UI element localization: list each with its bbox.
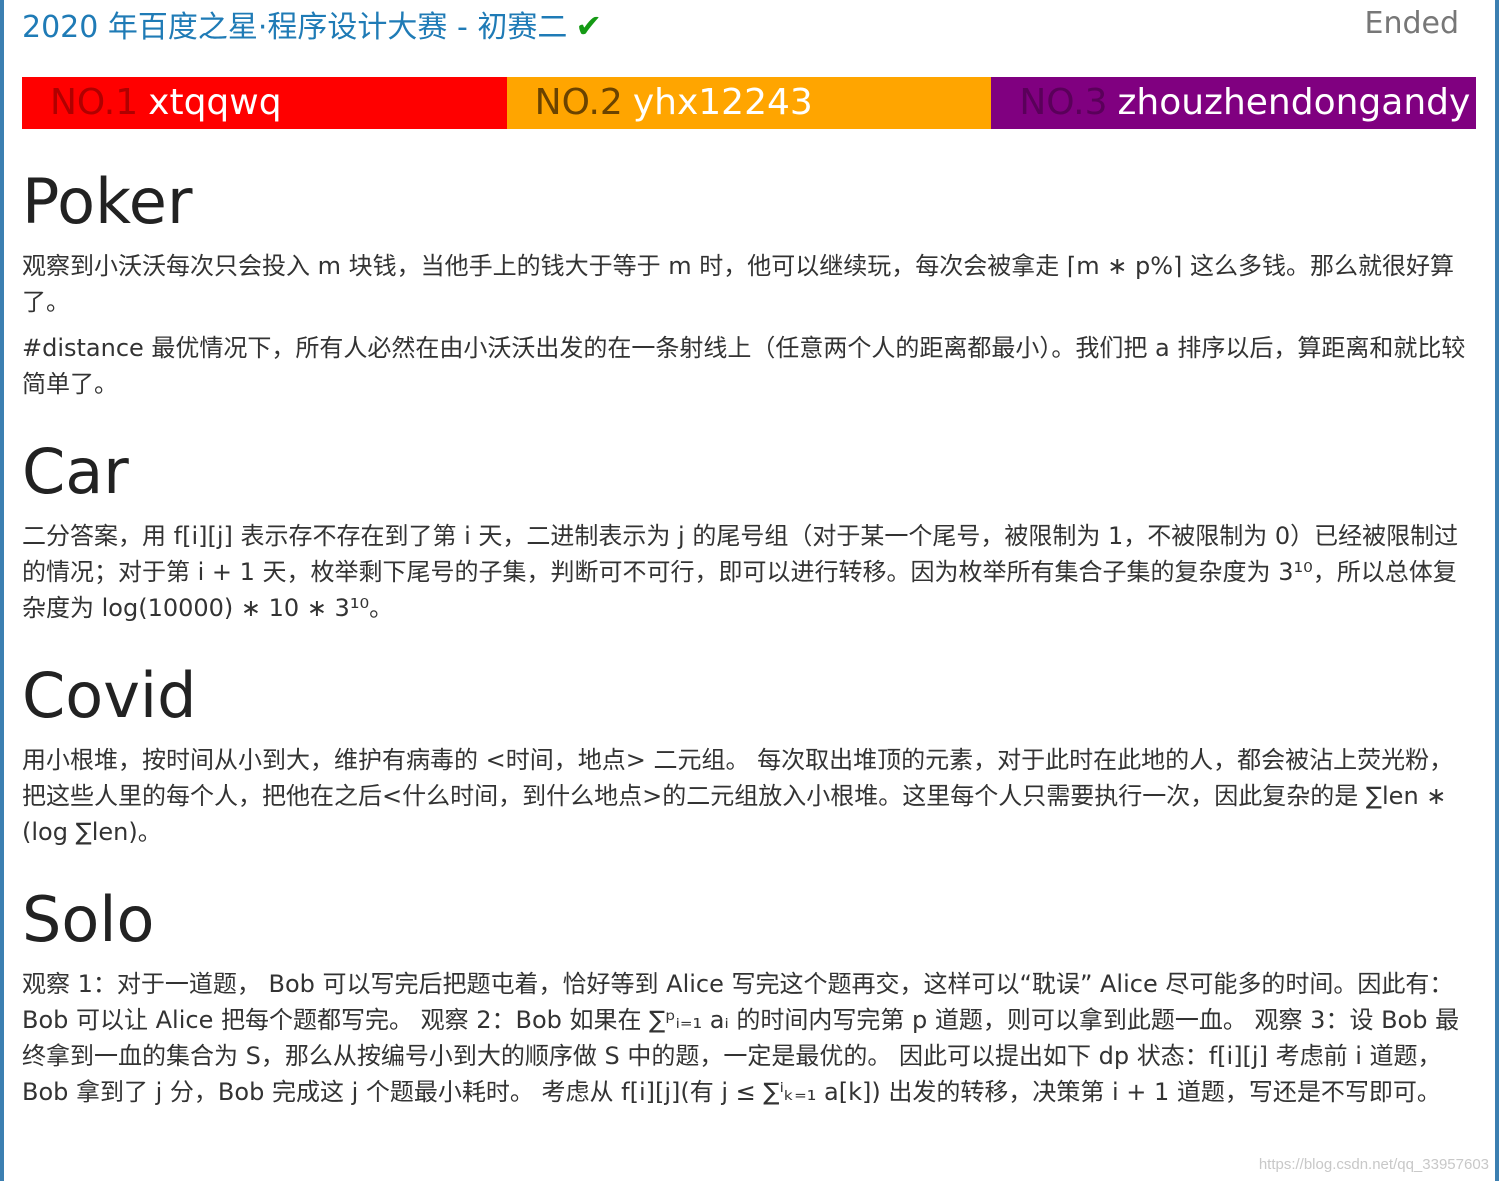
rank-3-number: NO.3 — [1019, 82, 1108, 123]
rank-1-number: NO.1 — [50, 82, 139, 123]
section-title-solo: Solo — [22, 883, 155, 956]
ranking-bar: NO.1 xtqqwq NO.2 yhx12243 NO.3 zhouzhendong… — [22, 77, 1477, 129]
rank-1-user[interactable]: xtqqwq — [148, 82, 281, 123]
section-title-car: Car — [22, 435, 129, 508]
rank-3-user[interactable]: zhouzhendongandy — [1118, 82, 1471, 123]
contest-status: Ended — [1364, 6, 1459, 41]
section-title-covid: Covid — [22, 659, 197, 732]
rank-3: NO.3 zhouzhendongandy — [991, 77, 1477, 129]
watermark: https://blog.csdn.net/qq_33957603 — [1258, 1156, 1489, 1173]
covid-paragraph-1: 用小根堆，按时间从小到大，维护有病毒的 <时间，地点> 二元组。 每次取出堆顶的… — [22, 746, 1454, 846]
solutions-content: Poker 观察到小沃沃每次只会投入 m 块钱，当他手上的钱大于等于 m 时，他… — [22, 160, 1474, 1120]
rank-1: NO.1 xtqqwq — [22, 77, 507, 129]
poker-paragraph-1: 观察到小沃沃每次只会投入 m 块钱，当他手上的钱大于等于 m 时，他可以继续玩，… — [22, 252, 1455, 316]
rank-2-number: NO.2 — [534, 82, 623, 123]
rank-2-user[interactable]: yhx12243 — [633, 82, 813, 123]
header: 2020 年百度之星·程序设计大赛 - 初赛二 ✔ Ended — [22, 4, 1459, 54]
contest-title-text[interactable]: 2020 年百度之星·程序设计大赛 - 初赛二 — [22, 10, 567, 45]
section-title-poker: Poker — [22, 165, 193, 238]
car-paragraph-1: 二分答案，用 f[i][j] 表示存不存在到了第 i 天，二进制表示为 j 的尾… — [22, 522, 1459, 622]
poker-paragraph-2: #distance 最优情况下，所有人必然在由小沃沃出发的在一条射线上（任意两个… — [22, 334, 1466, 398]
contest-title[interactable]: 2020 年百度之星·程序设计大赛 - 初赛二 ✔ — [22, 4, 602, 50]
check-icon: ✔ — [575, 7, 603, 45]
solo-paragraph-1: 观察 1：对于一道题， Bob 可以写完后把题屯着，恰好等到 Alice 写完这… — [22, 970, 1460, 1106]
rank-2: NO.2 yhx12243 — [506, 77, 992, 129]
